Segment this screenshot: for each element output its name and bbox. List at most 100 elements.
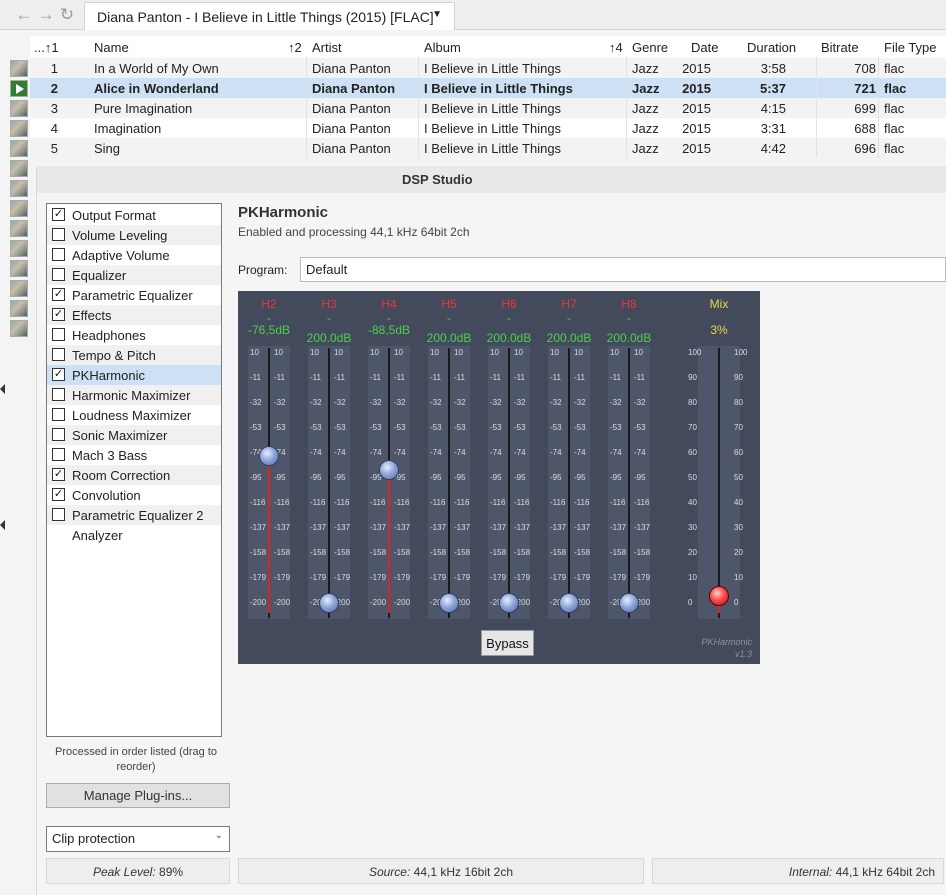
slider-knob[interactable] bbox=[619, 593, 639, 613]
album-art-thumbnail[interactable] bbox=[10, 100, 28, 117]
scale-tick-label: -179 bbox=[394, 573, 411, 582]
plugin-item[interactable]: ✓ Parametric Equalizer bbox=[47, 285, 221, 305]
album-art-thumbnail[interactable] bbox=[10, 200, 28, 217]
clip-protection-select[interactable]: Clip protection ⌄ bbox=[46, 826, 230, 852]
column-header-filetype[interactable]: File Type bbox=[884, 40, 937, 55]
plugin-item[interactable]: ✓ PKHarmonic bbox=[47, 365, 221, 385]
column-header-genre[interactable]: Genre bbox=[632, 40, 668, 55]
manage-plugins-button[interactable]: Manage Plug-ins... bbox=[46, 783, 230, 808]
collapse-arrow-icon[interactable] bbox=[0, 520, 5, 530]
scale-tick-label: -74 bbox=[490, 448, 502, 457]
plugin-checkbox[interactable] bbox=[52, 348, 65, 361]
column-header-artist[interactable]: Artist bbox=[312, 40, 342, 55]
plugin-item[interactable]: Tempo & Pitch bbox=[47, 345, 221, 365]
plugin-checkbox[interactable] bbox=[52, 508, 65, 521]
column-header-duration[interactable]: Duration bbox=[747, 40, 796, 55]
plugin-checkbox[interactable] bbox=[52, 328, 65, 341]
album-art-thumbnail[interactable] bbox=[10, 240, 28, 257]
column-header-bitrate[interactable]: Bitrate bbox=[821, 40, 859, 55]
plugin-item[interactable]: ✓ Room Correction bbox=[47, 465, 221, 485]
plugin-checkbox[interactable] bbox=[52, 448, 65, 461]
back-icon[interactable]: ← bbox=[14, 5, 34, 25]
collapse-arrow-icon[interactable] bbox=[0, 384, 5, 394]
slider-track[interactable] bbox=[328, 348, 330, 618]
plugin-checkbox[interactable]: ✓ bbox=[52, 468, 65, 481]
album-art-thumbnail[interactable] bbox=[10, 220, 28, 237]
plugin-item[interactable]: Loudness Maximizer bbox=[47, 405, 221, 425]
plugin-checkbox[interactable] bbox=[52, 388, 65, 401]
brand-version: v1.3 bbox=[734, 649, 752, 659]
slider-track[interactable] bbox=[508, 348, 510, 618]
slider-knob[interactable] bbox=[259, 445, 279, 466]
plugin-checkbox[interactable]: ✓ bbox=[52, 288, 65, 301]
plugin-item[interactable]: ✓ Effects bbox=[47, 305, 221, 325]
harmonic-value: -88,5dB bbox=[367, 323, 411, 337]
plugin-item[interactable]: Harmonic Maximizer bbox=[47, 385, 221, 405]
plugin-checkbox[interactable] bbox=[52, 268, 65, 281]
scale-tick-label: -11 bbox=[634, 373, 645, 382]
slider-knob[interactable] bbox=[499, 593, 519, 613]
slider-knob[interactable] bbox=[709, 585, 729, 606]
album-art-thumbnail[interactable] bbox=[10, 320, 28, 337]
cell-duration: 4:42 bbox=[760, 141, 786, 156]
plugin-item[interactable]: Adaptive Volume bbox=[47, 245, 221, 265]
view-tab[interactable]: Diana Panton - I Believe in Little Thing… bbox=[84, 2, 455, 30]
table-row[interactable]: 3 Pure Imagination Diana Panton I Believe i… bbox=[30, 98, 946, 118]
chevron-down-icon[interactable]: ▼ bbox=[432, 9, 442, 20]
plugin-checkbox[interactable] bbox=[52, 428, 65, 441]
scale-tick-label: 30 bbox=[734, 523, 743, 532]
refresh-icon[interactable]: ↻ bbox=[57, 5, 77, 25]
plugin-item[interactable]: Parametric Equalizer 2 bbox=[47, 505, 221, 525]
album-art-thumbnail[interactable] bbox=[10, 300, 28, 317]
album-art-thumbnail[interactable] bbox=[10, 120, 28, 137]
cell-genre: Jazz bbox=[632, 121, 659, 136]
plugin-item[interactable]: Volume Leveling bbox=[47, 225, 221, 245]
scale-tick-label: -74 bbox=[394, 448, 406, 457]
plugin-checkbox[interactable] bbox=[52, 248, 65, 261]
plugin-label: Parametric Equalizer bbox=[72, 288, 193, 303]
program-field[interactable]: Default bbox=[300, 257, 946, 282]
table-row[interactable]: 5 Sing Diana Panton I Believe in Little Thi… bbox=[30, 138, 946, 158]
table-row[interactable]: 4 Imagination Diana Panton I Believe in Lit… bbox=[30, 118, 946, 138]
now-playing-icon[interactable] bbox=[10, 80, 28, 97]
column-header-album[interactable]: Album bbox=[424, 40, 461, 55]
plugin-item[interactable]: Headphones bbox=[47, 325, 221, 345]
plugin-checkbox[interactable]: ✓ bbox=[52, 308, 65, 321]
bypass-button[interactable]: Bypass bbox=[481, 630, 534, 656]
album-art-thumbnail[interactable] bbox=[10, 280, 28, 297]
table-row[interactable]: 1 In a World of My Own Diana Panton I Belie… bbox=[30, 58, 946, 78]
plugin-item[interactable]: Equalizer bbox=[47, 265, 221, 285]
column-header-number[interactable]: ...↑1 bbox=[34, 40, 59, 55]
cell-genre: Jazz bbox=[632, 81, 660, 96]
slider-knob[interactable] bbox=[439, 593, 459, 613]
plugin-checkbox[interactable]: ✓ bbox=[52, 368, 65, 381]
plugin-checkbox[interactable] bbox=[52, 408, 65, 421]
album-art-thumbnail[interactable] bbox=[10, 140, 28, 157]
album-art-thumbnail[interactable] bbox=[10, 180, 28, 197]
plugin-item[interactable]: Analyzer bbox=[47, 525, 221, 545]
plugin-label: PKHarmonic bbox=[72, 368, 145, 383]
slider-knob[interactable] bbox=[319, 593, 339, 613]
column-header-date[interactable]: Date bbox=[691, 40, 718, 55]
slider-track[interactable] bbox=[448, 348, 450, 618]
slider-track[interactable] bbox=[718, 348, 720, 618]
plugin-checkbox[interactable]: ✓ bbox=[52, 208, 65, 221]
slider-knob[interactable] bbox=[559, 593, 579, 613]
cell-num: 1 bbox=[50, 61, 58, 76]
slider-track[interactable] bbox=[628, 348, 630, 618]
album-art-thumbnail[interactable] bbox=[10, 60, 28, 77]
plugin-item[interactable]: Sonic Maximizer bbox=[47, 425, 221, 445]
album-art-thumbnail[interactable] bbox=[10, 160, 28, 177]
column-header-name[interactable]: Name bbox=[94, 40, 129, 55]
plugin-label: Effects bbox=[72, 308, 112, 323]
plugin-checkbox[interactable]: ✓ bbox=[52, 488, 65, 501]
album-art-thumbnail[interactable] bbox=[10, 260, 28, 277]
plugin-item[interactable]: ✓ Output Format bbox=[47, 205, 221, 225]
plugin-item[interactable]: ✓ Convolution bbox=[47, 485, 221, 505]
scale-tick-label: -116 bbox=[574, 498, 590, 507]
slider-track[interactable] bbox=[568, 348, 570, 618]
table-row[interactable]: 2 Alice in Wonderland Diana Panton I Believ… bbox=[30, 78, 946, 98]
plugin-item[interactable]: Mach 3 Bass bbox=[47, 445, 221, 465]
plugin-checkbox[interactable] bbox=[52, 228, 65, 241]
forward-icon[interactable]: → bbox=[36, 5, 56, 25]
